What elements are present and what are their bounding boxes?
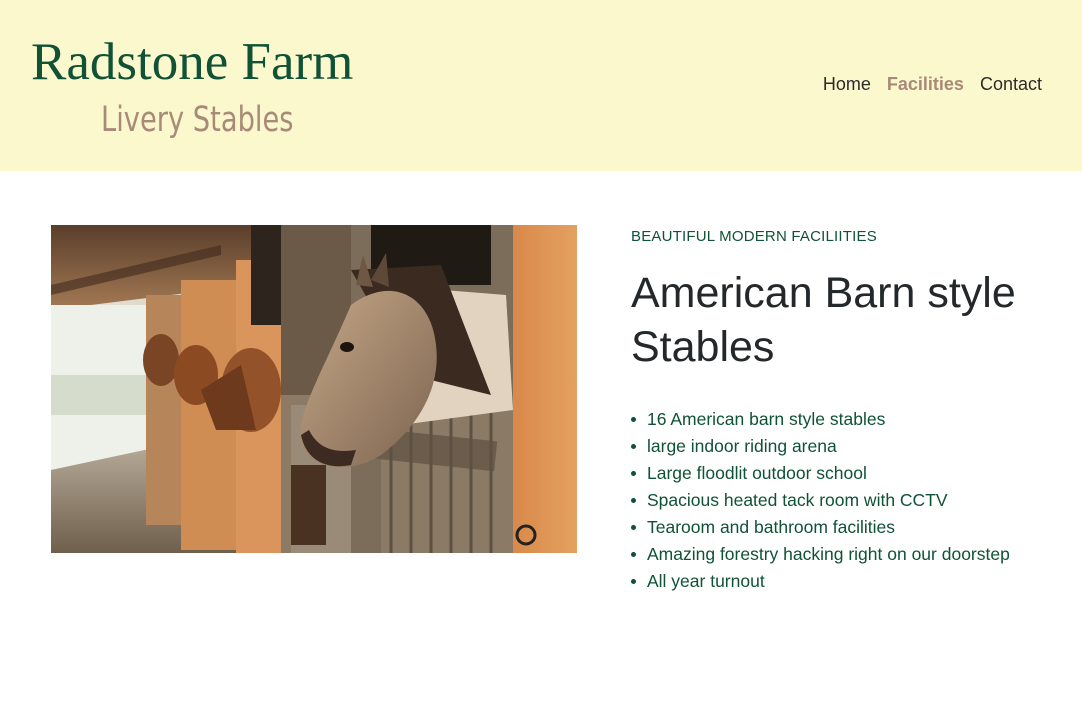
section-eyebrow: BEAUTIFUL MODERN FACILIITIES: [631, 228, 877, 245]
bullet-icon: [631, 471, 636, 476]
nav-facilities-link[interactable]: Facilities: [887, 72, 964, 96]
section-headline: American Barn style Stables: [631, 269, 1016, 371]
nav-home-link[interactable]: Home: [823, 72, 871, 96]
list-item: Large floodlit outdoor school: [631, 460, 1010, 487]
site-header: Radstone Farm Livery Stables Home Facili…: [0, 0, 1082, 171]
list-item-text: Tearoom and bathroom facilities: [647, 517, 896, 537]
bullet-icon: [631, 579, 636, 584]
bullet-icon: [631, 417, 636, 422]
feature-list: 16 American barn style stables large ind…: [631, 406, 1010, 595]
list-item: large indoor riding arena: [631, 433, 1010, 460]
stables-photo: [51, 225, 577, 553]
site-title[interactable]: Radstone Farm: [31, 30, 353, 94]
main-nav: Home Facilities Contact: [823, 72, 1042, 96]
list-item: All year turnout: [631, 568, 1010, 595]
list-item-text: 16 American barn style stables: [647, 409, 886, 429]
list-item-text: Large floodlit outdoor school: [647, 463, 867, 483]
bullet-icon: [631, 525, 636, 530]
nav-contact-link[interactable]: Contact: [980, 72, 1042, 96]
bullet-icon: [631, 498, 636, 503]
list-item: Spacious heated tack room with CCTV: [631, 487, 1010, 514]
list-item: Amazing forestry hacking right on our do…: [631, 541, 1010, 568]
bullet-icon: [631, 444, 636, 449]
list-item: 16 American barn style stables: [631, 406, 1010, 433]
stables-photo-illustration: [51, 225, 577, 553]
list-item-text: large indoor riding arena: [647, 436, 837, 456]
list-item: Tearoom and bathroom facilities: [631, 514, 1010, 541]
site-subtitle: Livery Stables: [101, 100, 294, 140]
list-item-text: All year turnout: [647, 571, 765, 591]
bullet-icon: [631, 552, 636, 557]
list-item-text: Amazing forestry hacking right on our do…: [647, 544, 1010, 564]
list-item-text: Spacious heated tack room with CCTV: [647, 490, 948, 510]
